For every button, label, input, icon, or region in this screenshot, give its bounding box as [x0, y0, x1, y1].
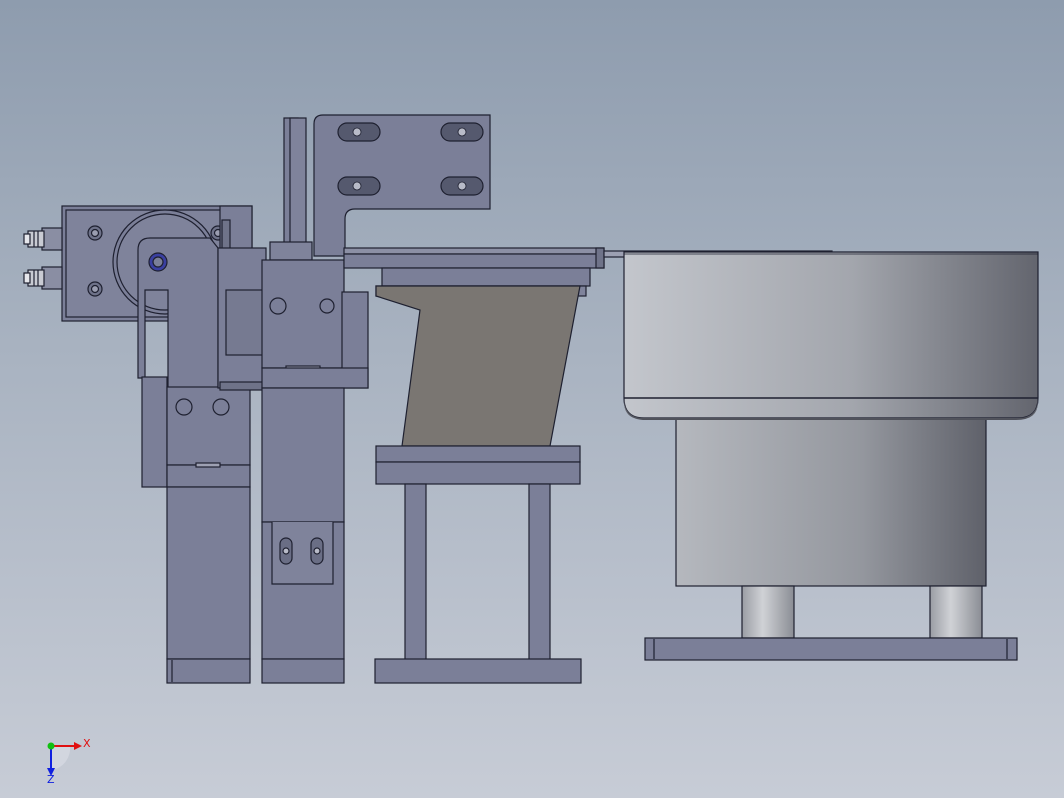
- triad-z-label: Z: [47, 773, 55, 786]
- gripper-center-column[interactable]: [261, 259, 369, 684]
- vibrator-stand[interactable]: [374, 483, 582, 684]
- mounting-bracket[interactable]: [269, 114, 491, 261]
- vibratory-bowl[interactable]: [623, 251, 1039, 587]
- triad-x-label: X: [83, 737, 91, 750]
- cad-graphics-viewport[interactable]: X Z: [0, 0, 1064, 798]
- gripper-left-column[interactable]: [141, 376, 251, 684]
- air-fitting-bottom[interactable]: [23, 266, 63, 290]
- connector-block[interactable]: [217, 247, 269, 391]
- triad-icon: X Z: [47, 737, 91, 786]
- bowl-legs[interactable]: [741, 585, 983, 639]
- cad-model-canvas[interactable]: X Z: [0, 0, 1064, 798]
- bowl-base-plate[interactable]: [644, 637, 1018, 661]
- air-fitting-top[interactable]: [23, 227, 63, 251]
- linear-vibrator[interactable]: [375, 267, 591, 485]
